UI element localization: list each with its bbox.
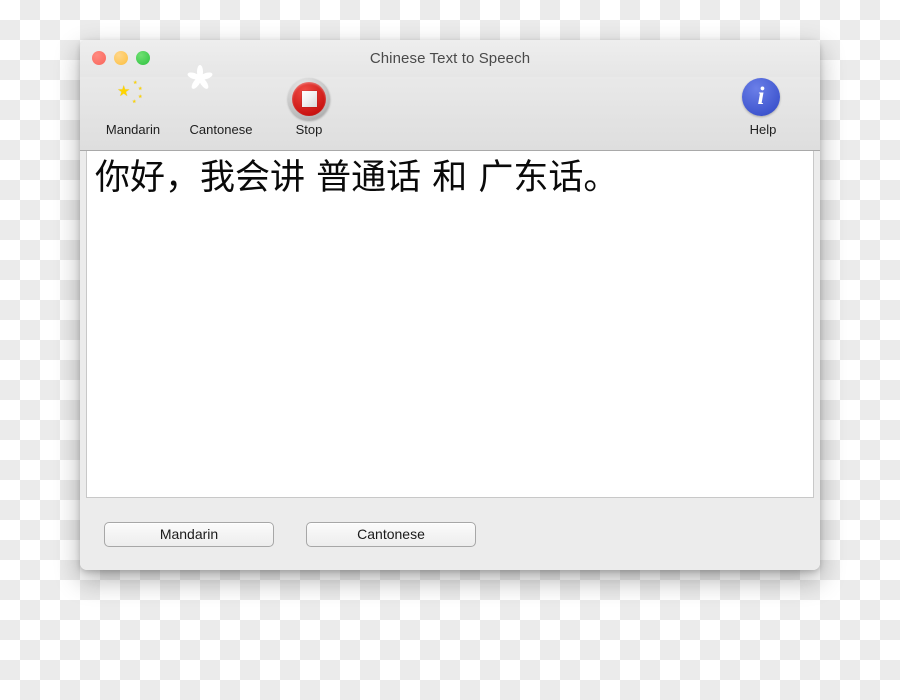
speak-cantonese-button[interactable]: Cantonese: [306, 521, 476, 547]
stop-icon: [288, 78, 330, 120]
toolbar-button-help[interactable]: i Help: [730, 78, 796, 137]
hongkong-flag-globe-icon: [186, 65, 242, 120]
app-window: Chinese Text to Speech ★ ★ ★ ★ ★: [80, 40, 820, 570]
china-flag-globe-icon: ★ ★ ★ ★ ★: [112, 78, 154, 120]
text-input-content[interactable]: 你好，我会讲 普通话 和 广东话。: [95, 157, 805, 201]
toolbar-button-mandarin-label: Mandarin: [105, 122, 161, 137]
speak-mandarin-button[interactable]: Mandarin: [104, 521, 274, 547]
toolbar-button-mandarin[interactable]: ★ ★ ★ ★ ★ Mandarin: [100, 78, 166, 138]
text-input-area[interactable]: 你好，我会讲 普通话 和 广东话。: [86, 151, 814, 498]
toolbar-button-cantonese[interactable]: Cantonese: [186, 65, 254, 137]
toolbar: ★ ★ ★ ★ ★ Mandarin: [80, 65, 820, 151]
info-icon-glyph: i: [757, 82, 765, 110]
text-area-container: 你好，我会讲 普通话 和 广东话。: [80, 151, 820, 498]
toolbar-right-group: i Help: [730, 78, 796, 137]
toolbar-button-stop-label: Stop: [295, 122, 323, 137]
toolbar-button-cantonese-label: Cantonese: [189, 122, 253, 137]
bottom-bar: Mandarin Cantonese: [80, 498, 820, 570]
info-icon: i: [742, 78, 784, 120]
toolbar-button-help-label: Help: [749, 122, 777, 137]
toolbar-button-stop[interactable]: Stop: [276, 78, 342, 137]
toolbar-left-group: ★ ★ ★ ★ ★ Mandarin: [100, 65, 342, 138]
